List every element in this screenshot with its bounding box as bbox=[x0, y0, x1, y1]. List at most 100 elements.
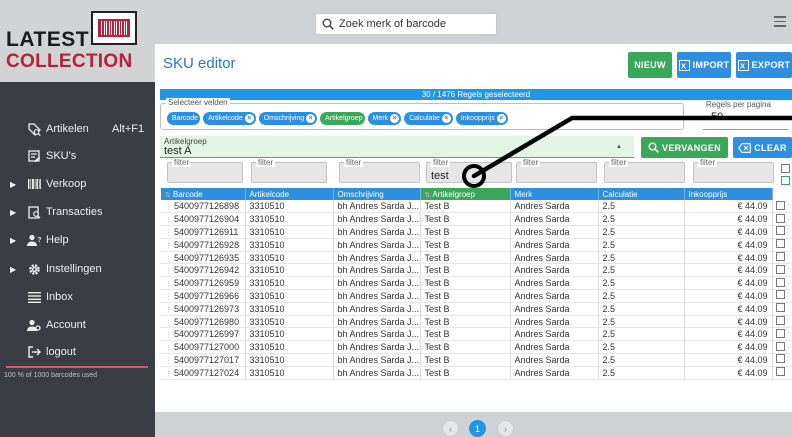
drag-handle-icon[interactable]: ⋮ bbox=[165, 294, 172, 301]
chip-inkoopprijs[interactable]: Inkoopprijs × bbox=[455, 112, 508, 125]
select-all-checkbox[interactable] bbox=[781, 164, 790, 173]
chip-artikelgroep[interactable]: Artikelgroep bbox=[320, 112, 365, 125]
drag-handle-icon[interactable]: ⋮ bbox=[165, 217, 172, 224]
cell-value: € 44.09 bbox=[737, 239, 768, 250]
chip-omschrijving[interactable]: Omschrijving × bbox=[258, 112, 318, 125]
column-header-artikelcode[interactable]: Artikelcode bbox=[245, 188, 334, 200]
row-checkbox[interactable] bbox=[775, 252, 785, 262]
sidebar-item-instellingen[interactable]: ▶ Instellingen bbox=[0, 258, 155, 280]
row-checkbox[interactable] bbox=[775, 226, 785, 236]
table-row[interactable]: ⋮ 5400977127000 3310510 bh Andres Sarda J..… bbox=[161, 340, 792, 355]
chip-calculatie[interactable]: Calculatie × bbox=[404, 112, 453, 125]
menu-icon[interactable] bbox=[774, 16, 786, 27]
row-checkbox[interactable] bbox=[775, 328, 785, 338]
table-row[interactable]: ⋮ 5400977126973 3310510 bh Andres Sarda J..… bbox=[161, 302, 792, 316]
table-row[interactable]: ⋮ 5400977126980 3310510 bh Andres Sarda J..… bbox=[161, 315, 792, 329]
row-checkbox[interactable] bbox=[775, 290, 785, 300]
table-row[interactable]: ⋮ 5400977126904 3310510 bh Andres Sarda J..… bbox=[161, 212, 792, 227]
column-header-calculatie[interactable]: Calculatie bbox=[598, 188, 685, 200]
drag-handle-icon[interactable]: ⋮ bbox=[165, 243, 172, 250]
previous-page-button[interactable]: ‹ bbox=[442, 420, 459, 437]
table-cell-inkoopprijs: € 44.09 bbox=[684, 315, 773, 329]
drag-handle-icon[interactable]: ⋮ bbox=[165, 320, 172, 327]
chip-remove-icon[interactable]: × bbox=[244, 114, 254, 123]
row-checkbox[interactable] bbox=[775, 200, 785, 210]
field-selector[interactable]: Selecteer velden Barcode Artikelcode × Om… bbox=[160, 98, 684, 130]
sidebar-item-logout[interactable]: logout bbox=[0, 341, 155, 363]
column-header-omschrijving[interactable]: Omschrijving bbox=[333, 188, 421, 200]
sidebar-item-verkoop[interactable]: ▶ Verkoop bbox=[0, 173, 155, 195]
table-row[interactable]: ⋮ 5400977126928 3310510 bh Andres Sarda J..… bbox=[161, 238, 792, 252]
search-icon bbox=[322, 18, 334, 30]
table-row[interactable]: ⋮ 5400977127024 3310510 bh Andres Sarda J..… bbox=[161, 366, 792, 380]
drag-handle-icon[interactable]: ⋮ bbox=[165, 371, 172, 378]
replace-button[interactable]: VERVANGEN bbox=[641, 137, 728, 158]
cell-value: 3310510 bbox=[249, 303, 285, 314]
filter-calculatie-input[interactable]: filter bbox=[604, 158, 685, 183]
select-filtered-checkbox[interactable] bbox=[781, 176, 790, 185]
cell-value: 3310510 bbox=[249, 316, 285, 327]
table-row[interactable]: ⋮ 5400977127017 3310510 bh Andres Sarda J..… bbox=[161, 353, 792, 367]
drag-handle-icon[interactable]: ⋮ bbox=[165, 230, 172, 237]
filter-barcode-input[interactable]: filter bbox=[167, 158, 243, 183]
export-button[interactable]: X EXPORT bbox=[736, 52, 792, 78]
chip-remove-icon[interactable]: × bbox=[441, 114, 451, 123]
chip-remove-icon[interactable]: × bbox=[306, 114, 316, 123]
sidebar-item-inbox[interactable]: Inbox bbox=[0, 286, 155, 308]
drag-handle-icon[interactable]: ⋮ bbox=[165, 307, 172, 314]
sidebar-item-account[interactable]: Account bbox=[0, 314, 155, 336]
column-header-barcode[interactable]: ⇅ Barcode bbox=[161, 188, 246, 200]
row-checkbox[interactable] bbox=[775, 213, 785, 223]
filter-artikelcode-input[interactable]: filter bbox=[251, 158, 327, 183]
rows-per-page-select[interactable]: Regels per pagina 50 bbox=[703, 100, 788, 130]
drag-handle-icon[interactable]: ⋮ bbox=[165, 345, 172, 352]
table-row[interactable]: ⋮ 5400977126959 3310510 bh Andres Sarda J..… bbox=[161, 276, 792, 291]
sidebar-item-skus[interactable]: SKU's bbox=[0, 145, 155, 167]
usage-text: 100 % of 1000 barcodes used bbox=[4, 372, 98, 379]
table-row[interactable]: ⋮ 5400977126911 3310510 bh Andres Sarda J..… bbox=[161, 225, 792, 239]
table-row[interactable]: ⋮ 5400977126997 3310510 bh Andres Sarda J..… bbox=[161, 327, 792, 342]
row-checkbox[interactable] bbox=[775, 354, 785, 364]
column-header-merk[interactable]: Merk bbox=[510, 188, 599, 200]
drag-handle-icon[interactable]: ⋮ bbox=[165, 332, 172, 339]
chip-barcode[interactable]: Barcode bbox=[167, 112, 201, 125]
row-checkbox[interactable] bbox=[775, 277, 785, 287]
table-row[interactable]: ⋮ 5400977126942 3310510 bh Andres Sarda J..… bbox=[161, 263, 792, 278]
logo[interactable]: LATEST COLLECTION bbox=[0, 0, 155, 82]
drag-handle-icon[interactable]: ⋮ bbox=[165, 268, 172, 275]
drag-handle-icon[interactable]: ⋮ bbox=[165, 256, 172, 263]
row-checkbox[interactable] bbox=[775, 367, 785, 377]
page-1-button[interactable]: 1 bbox=[469, 420, 486, 437]
search-input[interactable]: Zoek merk of barcode bbox=[315, 13, 497, 35]
chip-remove-icon[interactable]: × bbox=[390, 114, 400, 123]
filter-artikelgroep-input[interactable]: filter test bbox=[426, 158, 512, 183]
filter-inkoopprijs-input[interactable]: filter bbox=[693, 158, 774, 183]
table-row[interactable]: ⋮ 5400977126898 3310510 bh Andres Sarda J..… bbox=[161, 200, 792, 214]
table-row[interactable]: ⋮ 5400977126935 3310510 bh Andres Sarda J..… bbox=[161, 251, 792, 265]
row-checkbox[interactable] bbox=[775, 239, 785, 249]
new-button[interactable]: NIEUW bbox=[628, 52, 672, 78]
sidebar-item-label: Inbox bbox=[46, 291, 73, 303]
row-checkbox[interactable] bbox=[775, 341, 785, 351]
sidebar-item-transacties[interactable]: ▶ Transacties bbox=[0, 201, 155, 223]
import-button[interactable]: X IMPORT bbox=[677, 52, 731, 78]
row-checkbox[interactable] bbox=[775, 303, 785, 313]
chip-merk[interactable]: Merk × bbox=[367, 112, 402, 125]
table-row[interactable]: ⋮ 5400977126966 3310510 bh Andres Sarda J..… bbox=[161, 289, 792, 303]
sidebar-item-artikelen[interactable]: Artikelen Alt+F1 bbox=[0, 118, 155, 140]
row-checkbox[interactable] bbox=[775, 316, 785, 326]
artikelgroep-select[interactable]: Artikelgroep test A ▲ bbox=[160, 136, 634, 158]
filter-merk-input[interactable]: filter bbox=[516, 158, 597, 183]
column-header-inkoopprijs[interactable]: Inkoopprijs bbox=[684, 188, 773, 200]
next-page-button[interactable]: › bbox=[497, 420, 514, 437]
drag-handle-icon[interactable]: ⋮ bbox=[165, 204, 172, 211]
clear-button[interactable]: CLEAR bbox=[733, 137, 792, 158]
sidebar-item-help[interactable]: ▶ ? Help bbox=[0, 229, 155, 251]
filter-omschrijving-input[interactable]: filter bbox=[339, 158, 420, 183]
chip-remove-icon[interactable]: × bbox=[496, 114, 506, 123]
drag-handle-icon[interactable]: ⋮ bbox=[165, 281, 172, 288]
column-header-artikelgroep[interactable]: ⇅ Artikelgroep bbox=[420, 188, 511, 200]
row-checkbox[interactable] bbox=[775, 264, 785, 274]
drag-handle-icon[interactable]: ⋮ bbox=[165, 358, 172, 365]
chip-artikelcode[interactable]: Artikelcode × bbox=[203, 112, 256, 125]
